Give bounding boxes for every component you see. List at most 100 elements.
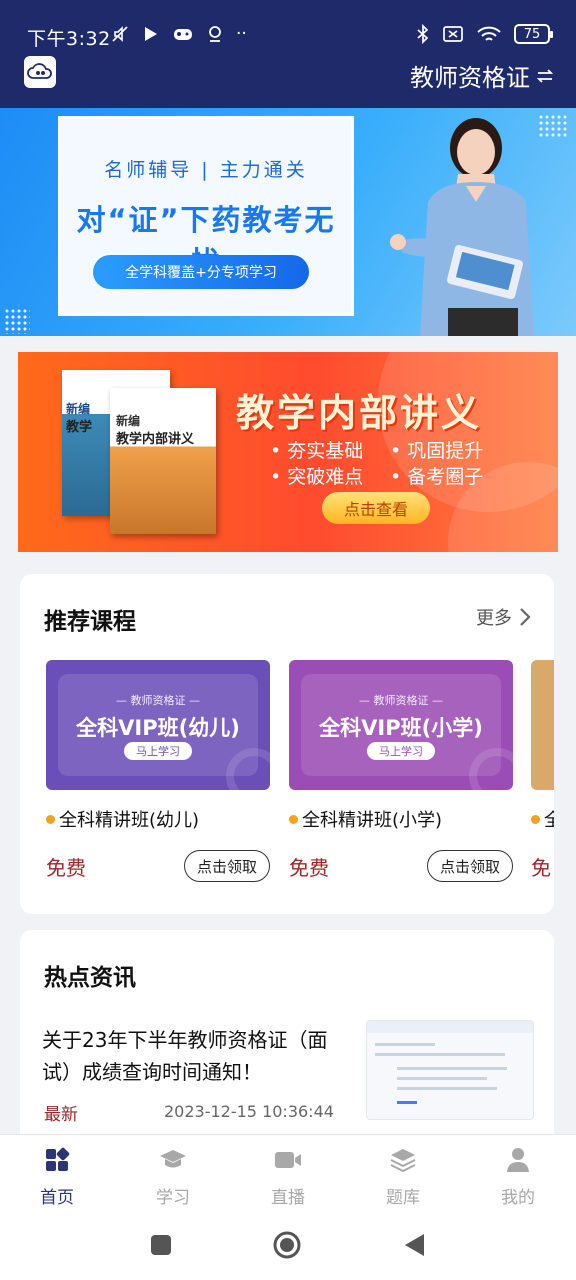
thumb-line [375, 1053, 505, 1056]
book-cover: 新编 教学内部讲义 [110, 388, 216, 534]
promo-bullet: • 突破难点 [270, 466, 364, 488]
course-item[interactable]: — 教师资格证 — 全科VIP班(幼儿) 马上学习 全科精讲班(幼儿) 免费 点… [46, 660, 270, 882]
news-time: 2023-12-15 10:36:44 [164, 1102, 334, 1121]
tab-label: 首页 [40, 1188, 74, 1208]
exam-switcher[interactable]: 教师资格证 [410, 58, 554, 93]
promo-view-button[interactable]: 点击查看 [322, 492, 430, 524]
news-thumbnail [366, 1020, 534, 1120]
play-icon [145, 27, 157, 41]
promo-bullet: • 备考圈子 [390, 466, 484, 488]
user-icon [507, 1148, 529, 1172]
system-nav-bar [0, 1212, 576, 1280]
course-price: 免费 [46, 856, 86, 880]
claim-button[interactable]: 点击领取 [184, 850, 270, 882]
home-nav-icon[interactable] [272, 1230, 302, 1260]
book-title: 教学内部讲义 [116, 432, 195, 447]
thumb-cert: — 教师资格证 — [116, 694, 200, 707]
thumb-header [367, 1021, 533, 1033]
exam-title: 教师资格证 [410, 64, 530, 92]
tab-label: 学习 [156, 1188, 190, 1208]
thumb-title: 全科VIP班(小学) [319, 716, 483, 740]
more-link[interactable]: 更多 [476, 604, 532, 630]
tab-home[interactable]: 首页 [12, 1145, 102, 1208]
swap-icon [536, 68, 554, 83]
section-title: 推荐课程 [44, 609, 136, 635]
tab-study[interactable]: 学习 [128, 1145, 218, 1208]
course-name-text: 全 [544, 810, 554, 831]
thumb-study-button: 马上学习 [367, 742, 435, 760]
mute-icon [112, 26, 128, 42]
news-headline: 关于23年下半年教师资格证（面试）成绩查询时间通知！ [42, 1028, 328, 1084]
status-bar: 下午3:32 ·· 75 [0, 18, 576, 54]
bottom-tab-bar: 首页 学习 直播 题库 我的 [0, 1134, 576, 1212]
thumb-title: 全科VIP班(幼儿) [76, 716, 240, 740]
thumb-line [375, 1043, 435, 1046]
home-grid-icon [46, 1147, 70, 1171]
status-left-icons: ·· [110, 24, 247, 44]
video-camera-icon [275, 1152, 301, 1168]
bluetooth-icon [417, 24, 429, 44]
layers-icon [390, 1149, 416, 1173]
tab-live[interactable]: 直播 [243, 1145, 333, 1208]
thumb-line [397, 1101, 417, 1104]
promo-bullet: • 夯实基础 [270, 440, 364, 462]
course-name: 全 [531, 806, 554, 832]
course-name-text: 全科精讲班(幼儿) [59, 810, 200, 831]
more-label: 更多 [476, 608, 512, 629]
promo-title: 教学内部讲义 [236, 391, 483, 435]
teacher-illustration [390, 118, 534, 336]
hero-frame: 名师辅导 | 主力通关 对“证”下药教考无忧 全学科覆盖+分专项学习 [58, 116, 354, 316]
course-thumbnail[interactable]: — 教师资格证 — 全科VIP班(幼儿) 马上学习 [46, 660, 270, 790]
tab-question-bank[interactable]: 题库 [358, 1145, 448, 1208]
battery-icon: 75 [514, 24, 553, 44]
recommended-courses-card: 推荐课程 更多 — 教师资格证 — 全科VIP班(幼儿) 马上学习 全科精讲班(… [20, 574, 554, 914]
thumb-line [397, 1087, 497, 1090]
cloud-logo-icon [27, 63, 52, 79]
graduation-cap-icon [160, 1150, 186, 1168]
hero-banner[interactable]: 名师辅导 | 主力通关 对“证”下药教考无忧 全学科覆盖+分专项学习 [0, 108, 576, 336]
gamepad-icon [174, 29, 192, 40]
course-item[interactable]: 全 免 [531, 660, 554, 880]
bullet-dot [46, 814, 55, 824]
decor-dots [4, 308, 30, 334]
course-item[interactable]: — 教师资格证 — 全科VIP班(小学) 马上学习 全科精讲班(小学) 免费 点… [289, 660, 513, 882]
book-series: 新编 [66, 402, 91, 416]
wifi-icon [477, 26, 501, 41]
sim-off-icon [443, 26, 463, 42]
claim-button[interactable]: 点击领取 [427, 850, 513, 882]
recents-icon[interactable] [150, 1234, 172, 1256]
course-carousel[interactable]: — 教师资格证 — 全科VIP班(幼儿) 马上学习 全科精讲班(幼儿) 免费 点… [46, 660, 554, 900]
top-bar: 下午3:32 ·· 75 教师资格证 [0, 0, 576, 108]
section-title: 热点资讯 [44, 965, 136, 991]
more-dots-icon: ·· [236, 24, 247, 44]
course-price: 免 [531, 856, 551, 880]
thumb-cert: — 教师资格证 — [359, 694, 443, 707]
course-thumbnail[interactable] [531, 660, 554, 790]
promo-bullet: • 巩固提升 [390, 440, 484, 462]
course-name: 全科精讲班(幼儿) [46, 806, 199, 832]
course-name: 全科精讲班(小学) [289, 806, 442, 832]
book-title: 教学 [66, 420, 93, 435]
tab-mine[interactable]: 我的 [473, 1145, 563, 1208]
tab-label: 题库 [386, 1188, 420, 1208]
promo-banner[interactable]: 新编 教学 新编 教学内部讲义 教学内部讲义 • 夯实基础 • 巩固提升 • 突… [18, 352, 558, 552]
bullet-dot [531, 814, 540, 824]
thumb-line [397, 1077, 487, 1080]
tab-label: 直播 [271, 1188, 305, 1208]
chevron-right-icon [520, 608, 531, 626]
app-logo [24, 56, 56, 88]
bullet-dot [289, 814, 298, 824]
hero-pill: 全学科覆盖+分专项学习 [93, 255, 309, 289]
course-price: 免费 [289, 856, 329, 880]
course-name-text: 全科精讲班(小学) [302, 810, 443, 831]
status-time: 下午3:32 [27, 28, 111, 50]
status-right-icons: 75 [416, 24, 553, 44]
thumb-study-button: 马上学习 [124, 742, 192, 760]
back-icon[interactable] [402, 1232, 426, 1258]
tab-label: 我的 [501, 1188, 535, 1208]
book-series: 新编 [116, 414, 141, 428]
location-icon [209, 26, 221, 42]
news-tag: 最新 [44, 1105, 78, 1125]
course-thumbnail[interactable]: — 教师资格证 — 全科VIP班(小学) 马上学习 [289, 660, 513, 790]
battery-level: 75 [523, 26, 541, 42]
